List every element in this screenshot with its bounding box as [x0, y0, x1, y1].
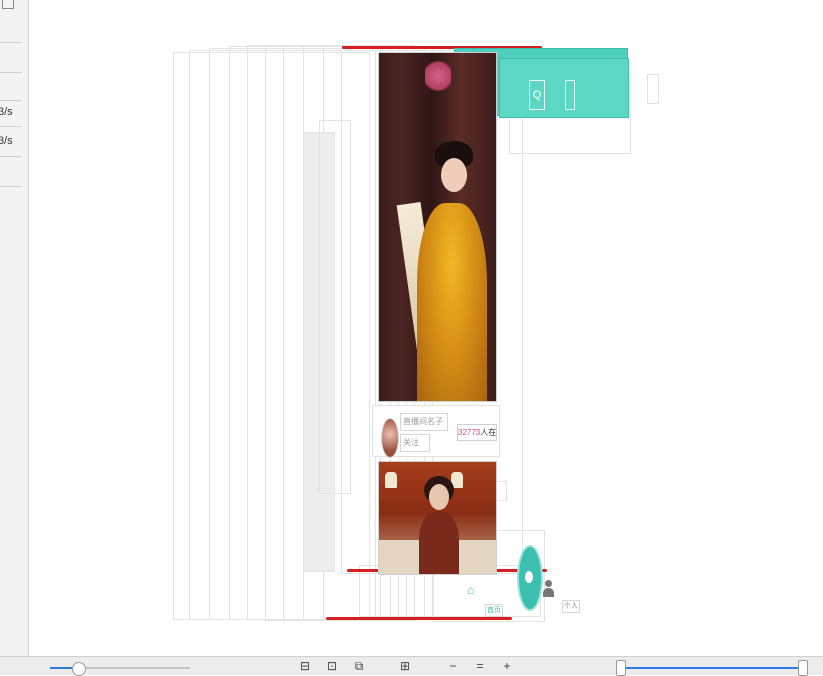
- inspector-panel: 3/s 3/s: [0, 0, 29, 656]
- view-hierarchy-3d-canvas[interactable]: Q 直播间名子 关注 32773人在看 ⌂ 首页 个人: [29, 0, 823, 656]
- layout-a-button[interactable]: ⊟: [298, 660, 312, 673]
- camera-icon: [525, 571, 533, 583]
- tab-mine-label[interactable]: 个人: [562, 600, 580, 613]
- bottom-toolbar: ⊟ ⊡ ⧉ ⊞ − = +: [0, 656, 823, 676]
- speed-readout-2: 3/s: [0, 135, 13, 147]
- face-graphic: [441, 158, 467, 192]
- lamp-graphic: [385, 472, 397, 488]
- follow-label[interactable]: 关注: [400, 434, 430, 452]
- face-graphic: [429, 484, 449, 510]
- divider: [0, 186, 22, 187]
- divider: [0, 100, 22, 101]
- room-name-label: 直播间名子: [400, 413, 448, 431]
- tab-home-label[interactable]: 首页: [485, 604, 503, 617]
- zoom-out-button[interactable]: −: [446, 660, 460, 673]
- layer-range-slider[interactable]: [620, 667, 802, 669]
- person-icon[interactable]: [543, 580, 555, 600]
- layout-b-button[interactable]: ⊡: [325, 660, 339, 673]
- search-button[interactable]: Q: [529, 80, 545, 110]
- search-field[interactable]: [565, 80, 575, 110]
- grid-button[interactable]: ⊞: [398, 660, 412, 673]
- divider: [0, 156, 22, 157]
- divider: [0, 42, 22, 43]
- divider: [0, 126, 22, 127]
- viewer-count-badge: 32773人在看: [457, 424, 497, 441]
- header-layer[interactable]: [647, 74, 659, 104]
- zoom-in-button[interactable]: +: [500, 660, 514, 673]
- speed-readout-1: 3/s: [0, 106, 13, 118]
- copy-icon[interactable]: [2, 0, 14, 9]
- live-cover-image[interactable]: [378, 52, 497, 402]
- search-icon: Q: [532, 89, 542, 101]
- viewer-suffix: 人在看: [480, 428, 497, 437]
- zoom-reset-button[interactable]: =: [473, 660, 487, 673]
- home-icon[interactable]: ⌂: [467, 583, 474, 597]
- viewer-count: 32773: [458, 428, 481, 437]
- selection-highlight: [326, 617, 512, 620]
- robe-graphic: [417, 203, 487, 401]
- figure-graphic: [419, 512, 459, 574]
- layout-c-button[interactable]: ⧉: [352, 660, 366, 673]
- go-live-button[interactable]: [517, 545, 543, 611]
- header-bar-inner[interactable]: [499, 58, 629, 118]
- avatar[interactable]: [381, 418, 399, 458]
- ornament-graphic: [425, 58, 451, 94]
- live-cover-image-2[interactable]: [378, 461, 497, 575]
- layer-spacing-slider[interactable]: [50, 667, 190, 669]
- divider: [0, 72, 22, 73]
